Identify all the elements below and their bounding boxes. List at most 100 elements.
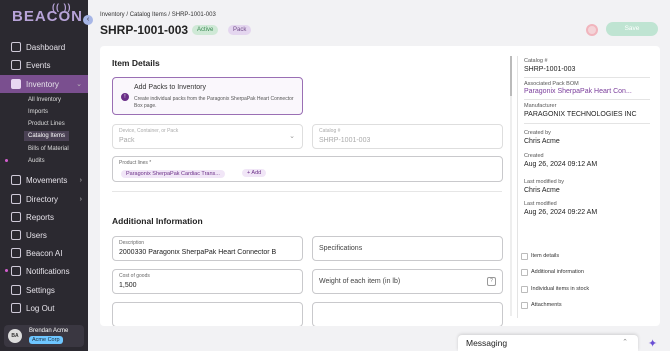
- notice-title: Add Packs to Inventory: [134, 84, 206, 91]
- sidebar-item-directory[interactable]: Directory ›: [0, 190, 88, 208]
- partial-field-right[interactable]: [312, 302, 503, 326]
- section-icon: [521, 253, 528, 260]
- associated-bom-link[interactable]: Paragonix SherpaPak Heart Con...: [524, 88, 632, 95]
- help-icon[interactable]: ?: [487, 277, 496, 286]
- subnav-all-inventory[interactable]: All Inventory: [28, 95, 61, 105]
- toc-label: Item details: [531, 253, 560, 259]
- meta-manufacturer-label: Manufacturer: [524, 103, 557, 109]
- field-value: 2000330 Paragonix SherpaPak Heart Connec…: [119, 249, 277, 256]
- sidebar-item-label: Settings: [26, 285, 55, 295]
- sidebar-item-log-out[interactable]: Log Out: [0, 299, 88, 317]
- record-status-icon[interactable]: [586, 24, 598, 36]
- sidebar-item-label: Reports: [26, 212, 55, 222]
- meta-bom-label: Associated Pack BOM: [524, 81, 579, 87]
- breadcrumb-inventory[interactable]: Inventory: [100, 12, 125, 18]
- collapse-sidebar-button[interactable]: ‹: [83, 15, 93, 25]
- breadcrumb-current: SHRP-1001-003: [171, 12, 216, 18]
- add-packs-notice[interactable]: ! Add Packs to Inventory Create individu…: [112, 77, 303, 115]
- sidebar-item-movements[interactable]: Movements ›: [0, 171, 88, 189]
- sidebar-item-events[interactable]: Events: [0, 56, 88, 74]
- chevron-right-icon: ›: [79, 176, 82, 184]
- signal-icon: (( )): [52, 2, 72, 12]
- ai-sparkle-icon[interactable]: ✦: [648, 337, 657, 350]
- save-button[interactable]: Save: [606, 22, 658, 36]
- beacon-logo[interactable]: BEACON(( )): [12, 2, 83, 25]
- subnav-bills-of-material[interactable]: Bills of Material: [28, 144, 69, 154]
- breadcrumb-separator: /: [126, 12, 129, 18]
- sidebar-item-label: Inventory: [26, 79, 59, 89]
- add-product-line-button[interactable]: + Add: [242, 169, 267, 177]
- box-icon: [11, 79, 21, 89]
- grid-icon: [11, 42, 21, 52]
- description-field[interactable]: Description 2000330 Paragonix SherpaPak …: [112, 236, 303, 261]
- catalog-number-field[interactable]: Catalog # SHRP-1001-003: [312, 124, 503, 149]
- item-card: Item Details ! Add Packs to Inventory Cr…: [100, 46, 660, 326]
- field-label: Cost of goods: [119, 273, 150, 279]
- sidebar-item-reports[interactable]: Reports: [0, 208, 88, 226]
- breadcrumb-catalog-items[interactable]: Catalog Items: [130, 12, 167, 18]
- user-menu[interactable]: BA Brendan Acme Acme Corp: [4, 325, 84, 347]
- section-icon: [521, 286, 528, 293]
- toc-attachments[interactable]: Attachments: [521, 301, 562, 310]
- sidebar-item-settings[interactable]: Settings: [0, 281, 88, 299]
- meta-modified-label: Last modified: [524, 201, 557, 207]
- field-value: 1,500: [119, 282, 137, 289]
- gear-icon: [11, 285, 21, 295]
- toc-label: Additional information: [531, 269, 584, 275]
- sidebar-item-label: Movements: [26, 175, 68, 185]
- field-placeholder: Specifications: [319, 245, 363, 252]
- subnav-product-lines[interactable]: Product Lines: [28, 119, 65, 129]
- device-type-select[interactable]: Device, Container, or Pack Pack ⌄: [112, 124, 303, 149]
- toc-label: Attachments: [531, 302, 562, 308]
- sidebar-item-beacon-ai[interactable]: Beacon AI: [0, 244, 88, 262]
- sidebar-item-notifications[interactable]: Notifications: [0, 262, 88, 280]
- toc-item-details[interactable]: Item details: [521, 252, 560, 261]
- subnav-imports[interactable]: Imports: [28, 107, 48, 117]
- breadcrumb: Inventory / Catalog Items / SHRP-1001-00…: [100, 12, 216, 18]
- breadcrumb-separator: /: [168, 12, 171, 18]
- partial-field-left[interactable]: [112, 302, 303, 326]
- chevron-right-icon: ›: [79, 195, 82, 203]
- item-details-heading: Item Details: [112, 58, 160, 68]
- field-placeholder: Weight of each item (in lb): [319, 278, 401, 285]
- status-badge: Active: [192, 25, 219, 35]
- specifications-field[interactable]: Specifications: [312, 236, 503, 261]
- messaging-panel[interactable]: Messaging ⌃: [458, 335, 638, 351]
- divider: [112, 191, 502, 192]
- users-icon: [11, 230, 21, 240]
- sparkle-icon: [11, 248, 21, 258]
- logout-icon: [11, 303, 21, 313]
- sidebar-item-dashboard[interactable]: Dashboard: [0, 38, 88, 56]
- sidebar-item-label: Users: [26, 230, 47, 240]
- field-value: SHRP-1001-003: [319, 137, 371, 144]
- building-icon: [11, 194, 21, 204]
- toc-items-in-stock[interactable]: Individual items in stock: [521, 285, 589, 294]
- bell-icon: [11, 266, 21, 276]
- subnav-catalog-items[interactable]: Catalog Items: [24, 131, 70, 141]
- sidebar-item-users[interactable]: Users: [0, 226, 88, 244]
- sidebar: BEACON(( )) Dashboard Events Inventory ⌄ …: [0, 0, 88, 351]
- weight-field[interactable]: Weight of each item (in lb) ?: [312, 269, 503, 294]
- messaging-label: Messaging: [466, 338, 508, 348]
- meta-created-by-value: Chris Acme: [524, 138, 560, 145]
- notification-dot: [5, 159, 8, 162]
- meta-modified-by-value: Chris Acme: [524, 187, 560, 194]
- sidebar-item-label: Events: [26, 60, 51, 70]
- sidebar-item-inventory[interactable]: Inventory ⌄: [0, 75, 88, 93]
- chevron-down-icon: ⌄: [76, 81, 82, 88]
- calendar-icon: [11, 60, 21, 70]
- sidebar-item-label: Beacon AI: [26, 248, 63, 258]
- scrollbar-thumb[interactable]: [510, 56, 512, 96]
- meta-created-by-label: Created by: [524, 130, 551, 136]
- product-line-chip[interactable]: Paragonix SherpaPak Cardiac Trans...: [121, 170, 225, 178]
- section-icon: [521, 302, 528, 309]
- arrows-icon: [11, 175, 21, 185]
- subnav-audits[interactable]: Audits: [28, 156, 45, 166]
- section-icon: [521, 269, 528, 276]
- toc-additional-information[interactable]: Additional information: [521, 268, 584, 277]
- chevron-up-icon[interactable]: ⌃: [622, 338, 628, 346]
- cost-of-goods-field[interactable]: Cost of goods 1,500: [112, 269, 303, 294]
- product-lines-field[interactable]: Product lines * Paragonix SherpaPak Card…: [112, 156, 503, 182]
- divider: [524, 99, 650, 100]
- report-icon: [11, 212, 21, 222]
